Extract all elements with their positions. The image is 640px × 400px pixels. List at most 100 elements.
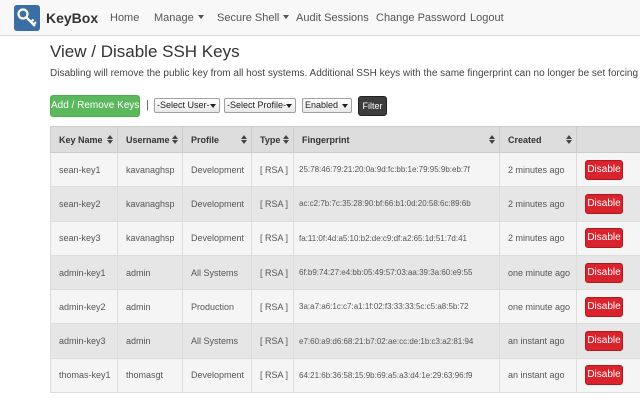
nav-item-label: Home (110, 12, 140, 24)
disable-button[interactable]: Disable (585, 365, 623, 386)
brand-title[interactable]: KeyBox (46, 10, 98, 26)
table-row: sean-key2 kavanaghsp Development[ RSA ] ac:… (50, 186, 640, 222)
nav-item-logout[interactable]: Logout (470, 12, 504, 24)
column-header-label: Username (126, 134, 170, 145)
toolbar-separator: | (146, 99, 149, 111)
column-header-label: Profile (191, 134, 220, 145)
cell-actions: Disable (576, 254, 640, 291)
filter-button[interactable]: Filter (358, 96, 387, 116)
disable-button[interactable]: Disable (585, 262, 623, 283)
cell-username: kavanaghsp (117, 186, 183, 222)
cell-created: an instant ago (499, 357, 577, 394)
cell-username: kavanaghsp (117, 220, 183, 256)
ssh-keys-table: Key Name Username Profile Type Fingerprint Cr… (50, 126, 640, 394)
cell-key-name: sean-key1 (50, 151, 118, 188)
sort-icon[interactable] (241, 135, 247, 145)
status-select-value: Enabled (305, 100, 339, 110)
column-header-label: Key Name (59, 134, 103, 145)
cell-profile: Development (182, 151, 252, 188)
table-row: thomas-key1 thomasgt Development[ RSA ] 64:… (50, 357, 640, 394)
cell-profile: All Systems (182, 323, 252, 359)
column-header-username[interactable]: Username (117, 126, 183, 153)
column-header-label: Created (508, 134, 542, 145)
column-header-profile[interactable]: Profile (182, 126, 252, 153)
cell-key-name: admin-key1 (50, 254, 118, 291)
column-header-label: Fingerprint (302, 134, 350, 145)
cell-type: [ RSA ] (251, 323, 294, 359)
cell-fingerprint: 25:78:46:79:21:20:0a:9d:fc:bb:1e:79:95:9… (293, 151, 500, 188)
column-header-created[interactable]: Created (499, 126, 577, 153)
cell-created: one minute ago (499, 289, 577, 325)
cell-created: one minute ago (499, 254, 577, 291)
nav-item-change-password[interactable]: Change Password (376, 12, 466, 24)
cell-key-name: admin-key3 (50, 323, 118, 359)
cell-profile: Production (182, 289, 252, 325)
cell-type: [ RSA ] (251, 220, 294, 256)
nav-item-label: Change Password (376, 12, 466, 24)
add-remove-keys-button[interactable]: Add / Remove Keys (50, 95, 140, 117)
nav-item-label: Secure Shell (217, 12, 280, 24)
column-header-key-name[interactable]: Key Name (50, 126, 118, 153)
cell-actions: Disable (576, 151, 640, 188)
cell-profile: All Systems (182, 254, 252, 291)
caret-down-icon (197, 15, 204, 20)
cell-key-name: admin-key2 (50, 289, 118, 325)
nav-item-label: Audit Sessions (296, 12, 369, 24)
cell-type: [ RSA ] (251, 254, 294, 291)
cell-created: 2 minutes ago (499, 220, 577, 256)
cell-username: admin (117, 289, 183, 325)
sort-icon[interactable] (107, 135, 113, 145)
nav-item-manage[interactable]: Manage (154, 12, 204, 24)
chevron-down-icon (342, 104, 348, 108)
cell-fingerprint: 64:21:6b:36:58:15:9b:69:a5:a3:d4:1e:29:6… (293, 357, 500, 394)
cell-type: [ RSA ] (251, 151, 294, 188)
profile-select-value: -Select Profile- (227, 100, 287, 110)
sort-icon[interactable] (283, 135, 289, 145)
page-description: Disabling will remove the public key fro… (50, 68, 640, 79)
sort-icon[interactable] (172, 135, 178, 145)
chevron-down-icon (210, 104, 216, 108)
sort-icon[interactable] (489, 135, 495, 145)
nav-item-label: Manage (154, 12, 194, 24)
keybox-logo-icon[interactable] (14, 5, 40, 31)
nav-item-home[interactable]: Home (110, 12, 139, 24)
disable-button[interactable]: Disable (585, 228, 623, 249)
disable-button[interactable]: Disable (585, 331, 623, 352)
table-row: sean-key3 kavanaghsp Development[ RSA ] fa:… (50, 220, 640, 256)
cell-username: admin (117, 254, 183, 291)
cell-key-name: sean-key3 (50, 220, 118, 256)
disable-button[interactable]: Disable (585, 159, 623, 180)
cell-profile: Development (182, 357, 252, 394)
status-select[interactable]: Enabled (302, 98, 352, 113)
disable-button[interactable]: Disable (585, 193, 623, 214)
column-header-actions (576, 126, 640, 153)
cell-type: [ RSA ] (251, 357, 294, 394)
navbar: KeyBox Home Manage Secure Shell Audit Sessi… (0, 0, 640, 36)
table-row: admin-key3 admin All Systems[ RSA ] e7:60:a… (50, 323, 640, 359)
user-select-value: -Select User- (157, 100, 210, 110)
profile-select[interactable]: -Select Profile- (224, 98, 296, 113)
cell-actions: Disable (576, 220, 640, 256)
column-header-fingerprint[interactable]: Fingerprint (293, 126, 500, 153)
table-body: sean-key1 kavanaghsp Development[ RSA ] 25:… (50, 151, 640, 394)
cell-actions: Disable (576, 357, 640, 394)
cell-username: kavanaghsp (117, 151, 183, 188)
nav-item-audit-sessions[interactable]: Audit Sessions (296, 12, 369, 24)
cell-key-name: sean-key2 (50, 186, 118, 222)
user-select[interactable]: -Select User- (154, 98, 220, 113)
cell-fingerprint: ac:c2:7b:7c:35:28:90:bf:66:b1:0d:20:58:6… (293, 186, 500, 222)
table-row: admin-key2 admin Production[ RSA ] 3a:a7:a6… (50, 289, 640, 325)
cell-fingerprint: 6f:b9:74:27:e4:bb:05:49:57:03:aa:39:3a:6… (293, 254, 500, 291)
caret-down-icon (283, 15, 290, 20)
cell-fingerprint: 3a:a7:a6:1c:c7:a1:1f:02:f3:33:33:5c:c5:a… (293, 289, 500, 325)
table-header-row: Key Name Username Profile Type Fingerprint Cr… (50, 126, 640, 153)
table-row: admin-key1 admin All Systems[ RSA ] 6f:b9:7… (50, 254, 640, 291)
cell-actions: Disable (576, 323, 640, 359)
cell-profile: Development (182, 220, 252, 256)
sort-icon[interactable] (566, 135, 572, 145)
column-header-type[interactable]: Type (251, 126, 294, 153)
disable-button[interactable]: Disable (585, 296, 623, 317)
cell-type: [ RSA ] (251, 186, 294, 222)
chevron-down-icon (286, 104, 292, 108)
nav-item-secure-shell[interactable]: Secure Shell (217, 12, 290, 24)
